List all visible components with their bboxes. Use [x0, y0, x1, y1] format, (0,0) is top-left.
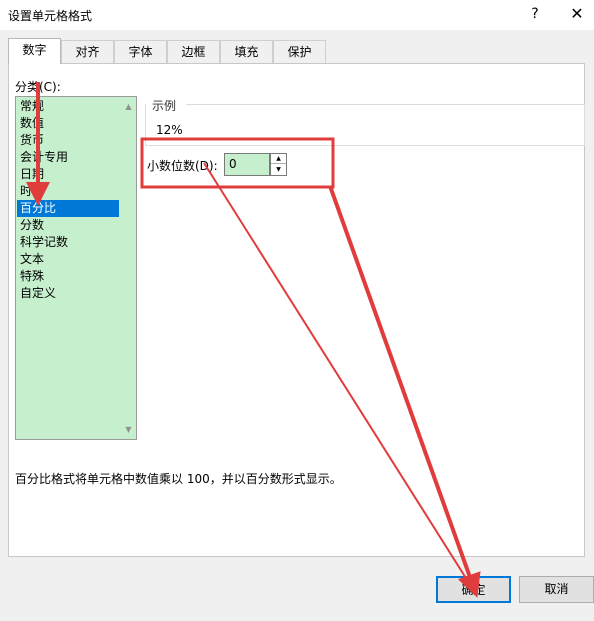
- category-item-percentage[interactable]: 百分比: [17, 200, 119, 217]
- dialog-title: 设置单元格格式: [8, 9, 93, 23]
- category-label: 分类(C):: [15, 80, 61, 94]
- sample-group: [145, 104, 585, 146]
- spin-down-icon[interactable]: ▼: [271, 165, 286, 175]
- category-item-date[interactable]: 日期: [17, 166, 119, 183]
- sample-label: 示例: [152, 99, 177, 113]
- scroll-down-icon[interactable]: ▼: [121, 422, 136, 437]
- decimal-places-label: 小数位数(D):: [147, 159, 218, 173]
- spin-up-icon[interactable]: ▲: [271, 154, 286, 164]
- category-item-currency[interactable]: 货币: [17, 132, 119, 149]
- scroll-up-icon[interactable]: ▲: [121, 99, 136, 114]
- category-item-number[interactable]: 数值: [17, 115, 119, 132]
- help-button[interactable]: ?: [520, 2, 550, 26]
- format-description: 百分比格式将单元格中数值乘以 100，并以百分数形式显示。: [15, 472, 342, 486]
- category-item-accounting[interactable]: 会计专用: [17, 149, 119, 166]
- category-item-custom[interactable]: 自定义: [17, 285, 119, 302]
- ok-button[interactable]: 确定: [436, 576, 511, 603]
- tab-alignment[interactable]: 对齐: [61, 40, 114, 63]
- sample-divider: [186, 104, 585, 105]
- category-item-fraction[interactable]: 分数: [17, 217, 119, 234]
- sample-value: 12%: [156, 123, 183, 137]
- category-list[interactable]: 常规 数值 货币 会计专用 日期 时间 百分比 分数 科学记数 文本 特殊 自定…: [15, 96, 137, 440]
- decimal-places-input[interactable]: 0: [224, 153, 270, 176]
- decimal-places-spinner[interactable]: ▲ ▼: [270, 153, 287, 176]
- tab-border[interactable]: 边框: [167, 40, 220, 63]
- tab-number[interactable]: 数字: [8, 38, 61, 64]
- tab-fill[interactable]: 填充: [220, 40, 273, 63]
- category-item-scientific[interactable]: 科学记数: [17, 234, 119, 251]
- tab-font[interactable]: 字体: [114, 40, 167, 63]
- title-bar: 设置单元格格式 ? ✕: [0, 0, 594, 30]
- category-item-special[interactable]: 特殊: [17, 268, 119, 285]
- category-item-general[interactable]: 常规: [17, 98, 119, 115]
- category-item-time[interactable]: 时间: [17, 183, 119, 200]
- category-item-text[interactable]: 文本: [17, 251, 119, 268]
- cancel-button[interactable]: 取消: [519, 576, 594, 603]
- tab-protection[interactable]: 保护: [273, 40, 326, 63]
- close-button[interactable]: ✕: [560, 2, 594, 26]
